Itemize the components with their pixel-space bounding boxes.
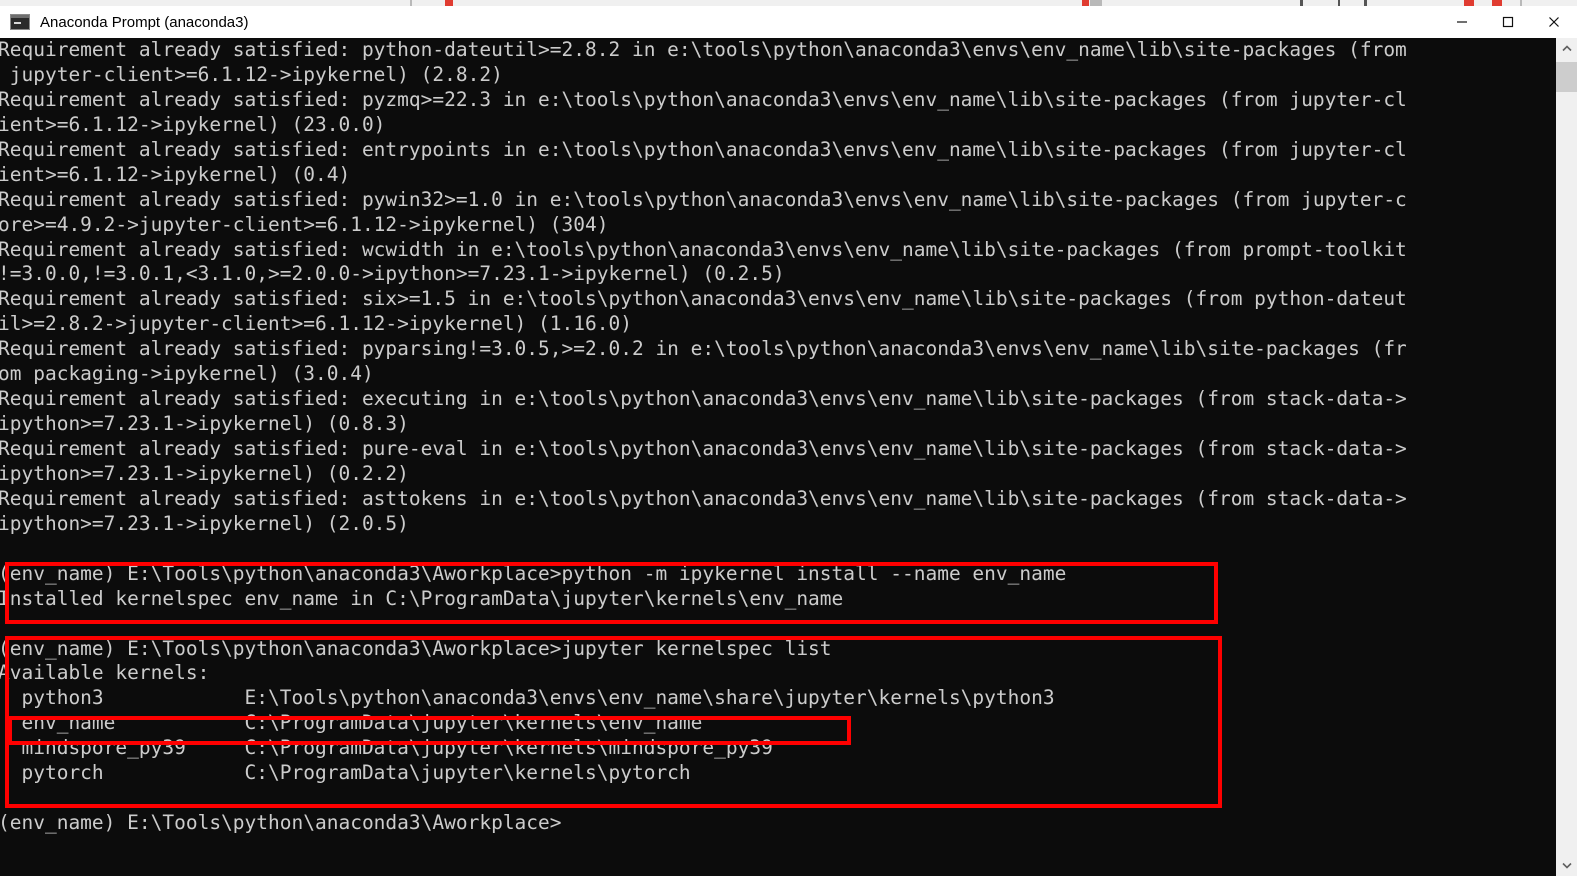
terminal-line: pytorch C:\ProgramData\jupyter\kernels\p… [0,761,691,785]
anaconda-prompt-window: Anaconda Prompt (anaconda3) Requirement … [0,6,1577,876]
terminal-line: Requirement already satisfied: python-da… [0,38,1407,61]
minimize-button[interactable] [1439,6,1485,38]
window-controls [1439,6,1577,38]
terminal-output[interactable]: Requirement already satisfied: python-da… [0,38,1556,876]
terminal-line: ore>=4.9.2->jupyter-client>=6.1.12->ipyk… [0,212,609,236]
terminal-line: Requirement already satisfied: pure-eval… [0,437,1407,460]
terminal-line: mindspore_py39 C:\ProgramData\jupyter\ke… [0,736,773,760]
terminal-line: Requirement already satisfied: pyparsing… [0,337,1407,361]
terminal-line: (env_name) E:\Tools\python\anaconda3\Awo… [0,561,1067,585]
vertical-scrollbar[interactable] [1556,38,1577,876]
terminal-line: Installed kernelspec env_name in C:\Prog… [0,586,844,610]
maximize-button[interactable] [1485,6,1531,38]
terminal-line: (env_name) E:\Tools\python\anaconda3\Awo… [0,636,832,660]
terminal-line: ipython>=7.23.1->ipykernel) (0.8.3) [0,412,409,436]
terminal-line: ipython>=7.23.1->ipykernel) (0.2.2) [0,461,409,485]
terminal-line: Requirement already satisfied: executing… [0,387,1407,411]
console-icon [10,14,30,30]
terminal-line: Requirement already satisfied: asttokens… [0,486,1407,510]
terminal-line: il>=2.8.2->jupyter-client>=6.1.12->ipyke… [0,312,632,336]
terminal-line: Requirement already satisfied: pywin32>=… [0,187,1407,211]
terminal-line: Available kernels: [0,661,210,685]
terminal-line: om packaging->ipykernel) (3.0.4) [0,362,374,386]
terminal-line: Requirement already satisfied: wcwidth i… [0,237,1407,261]
title-bar[interactable]: Anaconda Prompt (anaconda3) [0,6,1577,38]
terminal-line: python3 E:\Tools\python\anaconda3\envs\e… [0,686,1055,710]
terminal-line: jupyter-client>=6.1.12->ipykernel) (2.8.… [0,62,503,86]
maximize-icon [1502,16,1514,28]
close-button[interactable] [1531,6,1577,38]
window-title: Anaconda Prompt (anaconda3) [40,13,249,31]
terminal-line: ient>=6.1.12->ipykernel) (0.4) [0,162,351,186]
terminal-line: Requirement already satisfied: six>=1.5 … [0,287,1407,311]
scroll-down-button[interactable] [1556,855,1577,876]
terminal-line: ipython>=7.23.1->ipykernel) (2.0.5) [0,511,409,535]
terminal-line: (env_name) E:\Tools\python\anaconda3\Awo… [0,811,562,835]
minimize-icon [1457,21,1467,23]
chevron-up-icon [1561,45,1572,52]
chevron-down-icon [1561,862,1572,869]
terminal-line: !=3.0.0,!=3.0.1,<3.1.0,>=2.0.0->ipython>… [0,262,785,286]
terminal-line: ient>=6.1.12->ipykernel) (23.0.0) [0,112,386,136]
terminal-line: Requirement already satisfied: entrypoin… [0,137,1407,161]
scrollbar-thumb[interactable] [1556,62,1577,92]
console-area[interactable]: Requirement already satisfied: python-da… [0,38,1577,876]
terminal-line: Requirement already satisfied: pyzmq>=22… [0,87,1407,111]
close-icon [1549,17,1559,27]
scroll-up-button[interactable] [1556,38,1577,59]
terminal-line: env_name C:\ProgramData\jupyter\kernels\… [0,711,703,735]
